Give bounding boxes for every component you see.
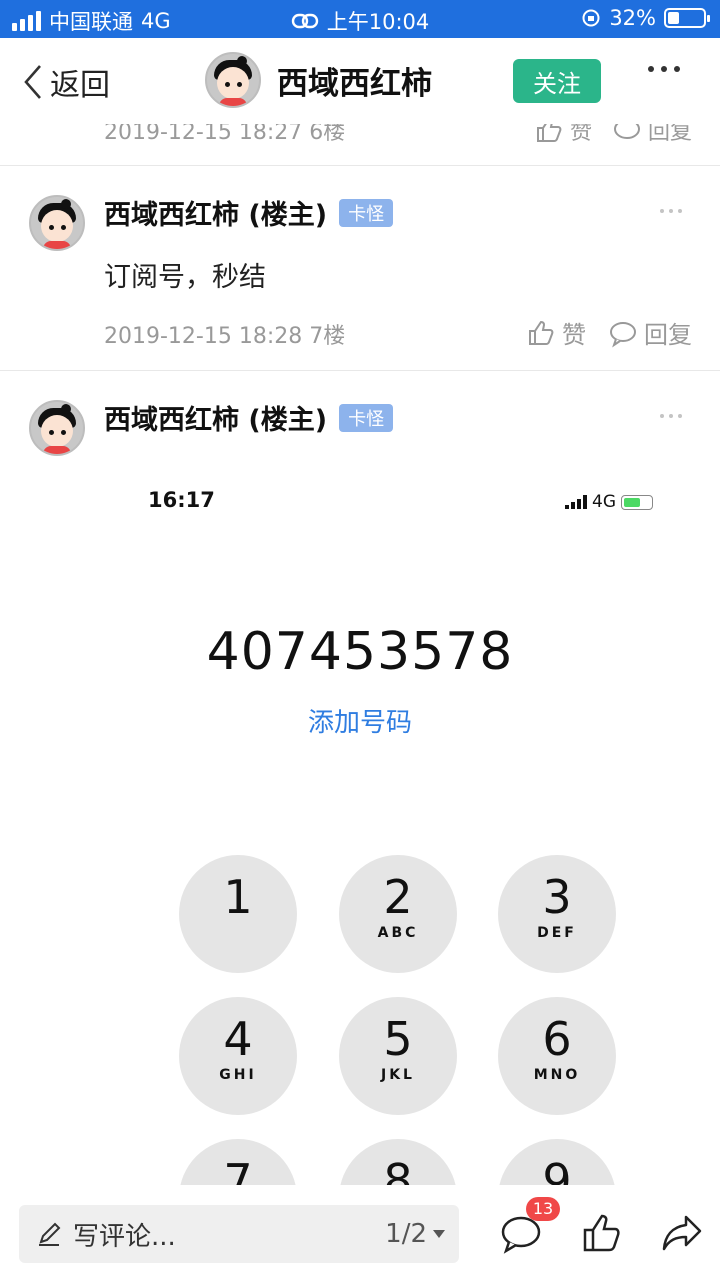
shot-network: 4G	[592, 492, 616, 512]
dial-key: 1	[179, 855, 297, 973]
floor-more-icon[interactable]	[660, 414, 682, 418]
floor-meta: 2019-12-15 18:28 7楼	[104, 324, 346, 349]
dial-key: 7	[179, 1139, 297, 1185]
thumbs-up-icon[interactable]	[580, 1211, 624, 1255]
dial-key: 6 MNO	[498, 997, 616, 1115]
dialed-number: 407453578	[206, 622, 514, 682]
chevron-left-icon	[24, 65, 41, 99]
reply-label: 回复	[647, 124, 692, 145]
floor-more-icon[interactable]	[660, 209, 682, 213]
like-button[interactable]: 赞	[534, 124, 592, 146]
back-label: 返回	[50, 68, 110, 103]
author-name[interactable]: 西域西红柿 (楼主)	[104, 398, 327, 437]
battery-icon	[664, 8, 710, 28]
more-icon[interactable]	[648, 66, 680, 72]
floor-content: 订阅号，秒结	[104, 262, 266, 293]
reply-label: 回复	[644, 321, 692, 349]
clock: 上午10:04	[326, 10, 430, 34]
dial-key: 8	[339, 1139, 457, 1185]
comment-input[interactable]: 写评论... 1/2	[19, 1205, 459, 1263]
thumbs-up-icon	[529, 320, 554, 345]
rotation-lock-icon	[582, 9, 600, 27]
like-label: 赞	[562, 321, 586, 349]
dial-key: 3 DEF	[498, 855, 616, 973]
page-selector[interactable]: 1/2	[385, 1219, 445, 1249]
bottom-bar: 写评论... 1/2 13	[0, 1185, 720, 1280]
floor-actions: 赞 回复	[534, 124, 692, 146]
share-icon[interactable]	[660, 1211, 704, 1255]
link-icon	[291, 13, 318, 29]
comment-count-badge: 13	[526, 1197, 560, 1221]
attached-image[interactable]: 16:17 4G 407453578 添加号码 1 2 ABC 3 DEF 4 GHI…	[0, 470, 720, 1185]
avatar[interactable]	[29, 400, 85, 456]
floor-author: 西域西红柿 (楼主) 卡怪	[104, 193, 394, 232]
floor-actions: 赞 回复	[526, 315, 692, 350]
avatar[interactable]	[205, 52, 261, 108]
dial-key: 9	[498, 1139, 616, 1185]
like-label: 赞	[569, 124, 592, 145]
dial-key: 5 JKL	[339, 997, 457, 1115]
page-title: 西域西红柿	[277, 65, 432, 102]
floor-author: 西域西红柿 (楼主) 卡怪	[104, 398, 394, 437]
author-name[interactable]: 西域西红柿 (楼主)	[104, 193, 327, 232]
battery-fill	[668, 12, 679, 24]
battery-charging-icon	[621, 494, 653, 510]
level-badge: 卡怪	[339, 403, 394, 432]
floor-item: 西域西红柿 (楼主) 卡怪	[0, 372, 720, 470]
page-indicator: 1/2	[385, 1219, 427, 1249]
level-badge: 卡怪	[339, 198, 394, 227]
comment-icon	[610, 321, 636, 347]
reply-button[interactable]: 回复	[612, 124, 692, 146]
nav-author[interactable]: 西域西红柿	[205, 52, 432, 108]
reply-button[interactable]: 回复	[608, 315, 692, 350]
like-button[interactable]: 赞	[526, 315, 586, 350]
comment-placeholder: 写评论...	[73, 1221, 176, 1252]
caret-down-icon	[433, 1230, 445, 1238]
floor-item: 西域西红柿 (楼主) 卡怪 订阅号，秒结 2019-12-15 18:28 7楼…	[0, 167, 720, 371]
nav-bar: 返回 西域西红柿 关注	[0, 38, 720, 124]
avatar[interactable]	[29, 195, 85, 251]
shot-clock: 16:17	[148, 488, 215, 512]
status-right: 32%	[581, 6, 710, 30]
dial-key: 2 ABC	[339, 855, 457, 973]
back-button[interactable]: 返回	[20, 60, 110, 104]
follow-button[interactable]: 关注	[513, 59, 601, 103]
floor-meta: 2019-12-15 18:27 6楼	[104, 124, 346, 145]
signal-icon	[565, 495, 587, 509]
prev-floor-row: 2019-12-15 18:27 6楼 赞 回复	[0, 124, 720, 166]
battery-percent: 32%	[609, 6, 656, 30]
status-bar: 中国联通 4G 上午10:04 32%	[0, 0, 720, 38]
add-number-link: 添加号码	[307, 708, 412, 738]
comment-icon	[613, 124, 640, 139]
dial-key: 4 GHI	[179, 997, 297, 1115]
pen-icon	[39, 1222, 61, 1246]
shot-status: 4G	[565, 492, 653, 512]
thumbs-up-icon	[536, 124, 562, 142]
